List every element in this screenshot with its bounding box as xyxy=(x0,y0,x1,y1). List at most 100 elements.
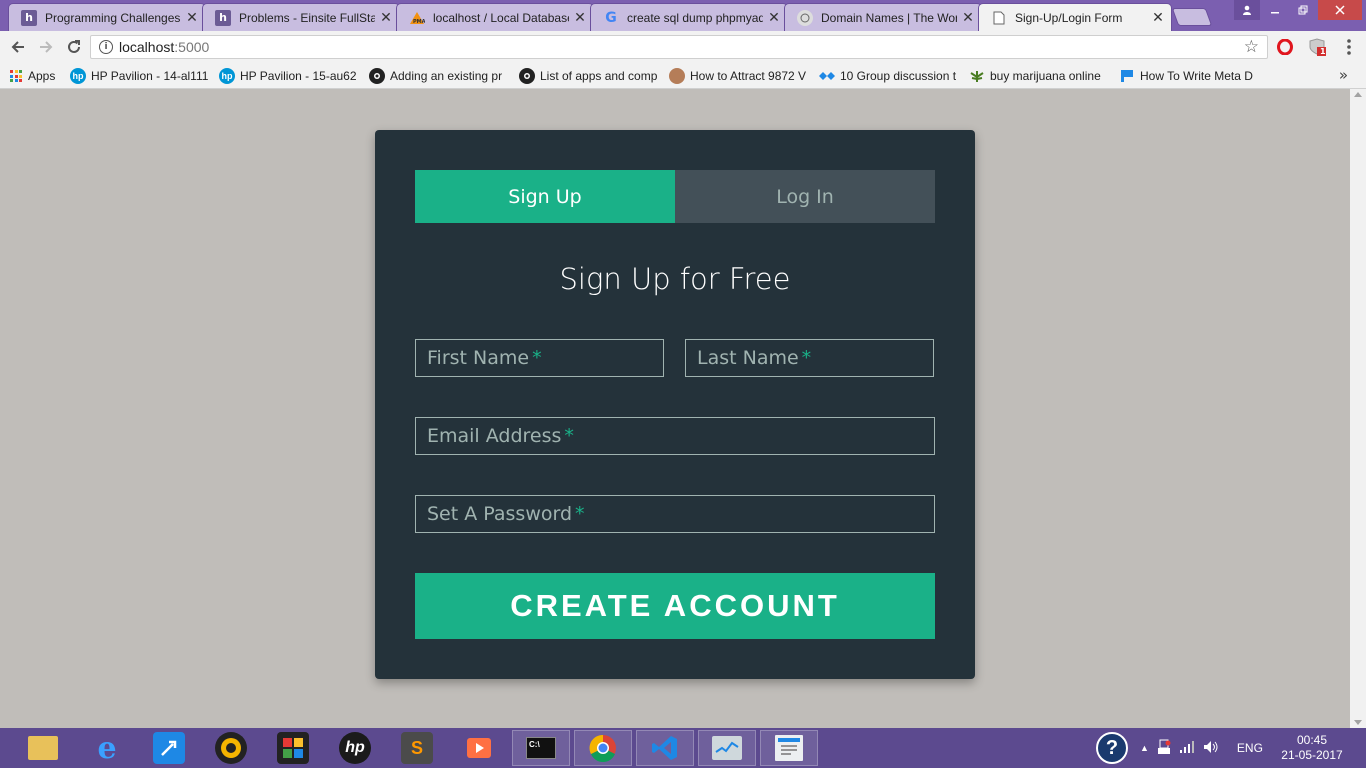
bookmark-item[interactable]: 10 Group discussion t xyxy=(819,67,957,85)
close-tab-icon[interactable]: ✕ xyxy=(1151,10,1165,26)
bookmark-label: 10 Group discussion t xyxy=(840,69,957,83)
browser-tab[interactable]: G create sql dump phpmyadmin ✕ xyxy=(590,3,788,31)
email-placeholder: Email Address xyxy=(427,425,562,447)
browser-tab-active[interactable]: Sign-Up/Login Form ✕ xyxy=(978,3,1172,31)
show-hidden-icons-icon[interactable]: ▲ xyxy=(1140,743,1149,753)
scroll-down-icon[interactable] xyxy=(1354,720,1362,725)
sublime-text-icon[interactable]: S xyxy=(388,730,446,766)
close-window-icon[interactable] xyxy=(1318,0,1362,20)
address-bar[interactable]: i localhost:5000 ☆ xyxy=(90,35,1268,59)
tab-signup[interactable]: Sign Up xyxy=(415,170,675,223)
network-signal-icon[interactable] xyxy=(1179,740,1195,757)
command-prompt-icon[interactable]: C:\ xyxy=(512,730,570,766)
opera-icon[interactable] xyxy=(1276,38,1294,56)
first-name-field[interactable]: First Name * xyxy=(415,339,664,377)
clock-date: 21-05-2017 xyxy=(1281,748,1343,762)
close-tab-icon[interactable]: ✕ xyxy=(573,10,587,26)
internet-explorer-icon[interactable]: e xyxy=(78,730,136,766)
form-tab-group: Sign Up Log In xyxy=(415,170,935,223)
browser-tab-title: create sql dump phpmyadmin xyxy=(627,10,763,25)
browser-toolbar: i localhost:5000 ☆ 1 xyxy=(0,31,1366,63)
rocket-app-icon[interactable] xyxy=(140,730,198,766)
bookmark-item[interactable]: How To Write Meta D xyxy=(1119,67,1257,85)
visual-studio-icon[interactable] xyxy=(636,730,694,766)
close-tab-icon[interactable]: ✕ xyxy=(767,10,781,26)
shield-extension-icon[interactable]: 1 xyxy=(1308,38,1326,56)
profile-icon[interactable] xyxy=(1234,0,1260,20)
avatar-icon xyxy=(669,68,685,84)
bookmark-item[interactable]: hp HP Pavilion - 14-al111 xyxy=(70,67,208,85)
page-scrollbar[interactable] xyxy=(1350,89,1366,728)
clock-time: 00:45 xyxy=(1296,733,1328,747)
bookmark-item[interactable]: Adding an existing pr xyxy=(369,67,507,85)
document-favicon-icon xyxy=(991,10,1007,26)
close-tab-icon[interactable]: ✕ xyxy=(185,10,199,26)
bookmark-label: HP Pavilion - 15-au62 xyxy=(240,69,357,83)
language-indicator[interactable]: ENG xyxy=(1237,741,1263,755)
google-favicon-icon: G xyxy=(605,9,617,26)
video-player-icon[interactable] xyxy=(450,730,508,766)
last-name-field[interactable]: Last Name * xyxy=(685,339,934,377)
browser-tab-title: Domain Names | The World xyxy=(821,10,957,25)
browser-tab[interactable]: PMA localhost / Local Database ✕ xyxy=(396,3,594,31)
bookmark-label: How to Attract 9872 V xyxy=(690,69,807,83)
bookmark-apps[interactable]: Apps xyxy=(10,67,55,85)
email-field[interactable]: Email Address * xyxy=(415,417,935,455)
system-clock[interactable]: 00:45 21-05-2017 xyxy=(1278,733,1346,763)
restore-icon[interactable] xyxy=(1290,0,1316,20)
hp-icon: hp xyxy=(70,68,86,84)
url-host: localhost xyxy=(119,39,175,55)
browser-tab-title: Programming Challenges xyxy=(45,10,181,25)
usb-device-icon[interactable] xyxy=(1157,739,1171,758)
menu-kebab-icon[interactable] xyxy=(1340,38,1358,56)
bookmark-item[interactable]: hp HP Pavilion - 15-au62 xyxy=(219,67,357,85)
back-arrow-icon[interactable] xyxy=(8,37,28,57)
minimize-icon[interactable] xyxy=(1262,0,1288,20)
puzzle-app-icon[interactable] xyxy=(264,730,322,766)
bookmark-label: HP Pavilion - 14-al111 xyxy=(91,69,208,83)
notepad-icon[interactable] xyxy=(760,730,818,766)
tab-login[interactable]: Log In xyxy=(675,170,935,223)
password-placeholder: Set A Password xyxy=(427,503,573,525)
required-asterisk: * xyxy=(801,347,812,369)
apps-grid-icon xyxy=(10,70,22,82)
required-asterisk: * xyxy=(564,425,574,447)
flag-icon xyxy=(1119,68,1135,84)
info-icon[interactable]: i xyxy=(99,40,113,54)
bookmark-item[interactable]: buy marijuana online xyxy=(969,67,1109,85)
close-tab-icon[interactable]: ✕ xyxy=(379,10,393,26)
bookmark-item[interactable]: How to Attract 9872 V xyxy=(669,67,807,85)
reload-icon[interactable] xyxy=(64,37,84,57)
browser-tab[interactable]: h Problems - Einsite FullStack ✕ xyxy=(202,3,400,31)
browser-tab[interactable]: h Programming Challenges ✕ xyxy=(8,3,206,31)
extension-badge: 1 xyxy=(1320,47,1326,56)
form-heading: Sign Up for Free xyxy=(559,262,791,296)
media-player-icon[interactable] xyxy=(202,730,260,766)
bookmark-label: List of apps and comp xyxy=(540,69,657,83)
leaf-icon xyxy=(969,68,985,84)
browser-tab[interactable]: Domain Names | The World ✕ xyxy=(784,3,982,31)
more-bookmarks-icon[interactable]: » xyxy=(1339,66,1348,84)
bookmark-label: buy marijuana online xyxy=(990,69,1101,83)
browser-tab-title: localhost / Local Database xyxy=(433,10,569,25)
system-tray: ? ▲ ENG xyxy=(1096,728,1263,768)
last-name-placeholder: Last Name xyxy=(697,347,799,369)
bookmarks-bar: Apps hp HP Pavilion - 14-al111 hp HP Pav… xyxy=(0,63,1366,89)
task-manager-icon[interactable] xyxy=(698,730,756,766)
file-explorer-icon[interactable] xyxy=(14,730,72,766)
bookmark-item[interactable]: List of apps and comp xyxy=(519,67,657,85)
browser-tab-title: Problems - Einsite FullStack xyxy=(239,10,375,25)
close-tab-icon[interactable]: ✕ xyxy=(961,10,975,26)
phpmyadmin-favicon-icon: PMA xyxy=(409,10,425,26)
create-account-button[interactable]: CREATE ACCOUNT xyxy=(415,573,935,639)
chrome-icon[interactable] xyxy=(574,730,632,766)
password-field[interactable]: Set A Password * xyxy=(415,495,935,533)
scroll-up-icon[interactable] xyxy=(1354,92,1362,97)
browser-tab-title: Sign-Up/Login Form xyxy=(1015,10,1123,25)
help-icon[interactable]: ? xyxy=(1096,732,1128,764)
hp-app-icon[interactable]: hp xyxy=(326,730,384,766)
volume-icon[interactable] xyxy=(1203,740,1219,757)
bookmark-star-icon[interactable]: ☆ xyxy=(1244,37,1259,57)
forward-arrow-icon[interactable] xyxy=(36,37,56,57)
new-tab-button[interactable] xyxy=(1171,8,1213,26)
